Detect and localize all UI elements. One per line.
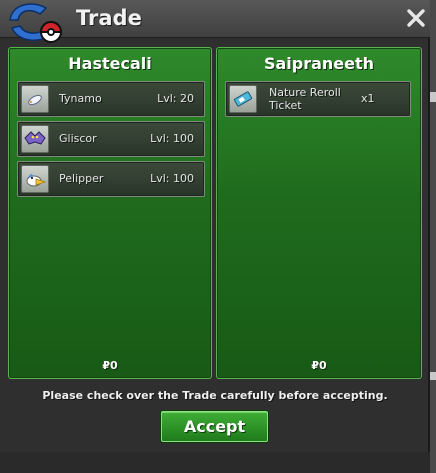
ticket-icon (229, 85, 257, 113)
pelipper-icon (21, 165, 49, 193)
trade-item-nature-reroll-ticket[interactable]: Nature Reroll Ticket x1 (225, 81, 411, 117)
trade-item-pelipper[interactable]: Pelipper Lvl: 100 (17, 161, 205, 197)
money-amount-left: ₽0 (102, 359, 118, 372)
accept-button[interactable]: Accept (161, 411, 268, 442)
close-icon[interactable] (405, 6, 427, 30)
trade-notice: Please check over the Trade carefully be… (42, 389, 388, 402)
money-amount-right: ₽0 (311, 359, 327, 372)
item-name: Tynamo (59, 92, 102, 105)
item-level: Lvl: 100 (150, 132, 194, 145)
item-name: Pelipper (59, 172, 104, 185)
trade-item-tynamo[interactable]: Tynamo Lvl: 20 (17, 81, 205, 117)
gliscor-icon (21, 125, 49, 153)
item-quantity: x1 (361, 92, 375, 105)
partner-offer-panel: Saipraneeth Nature Reroll Ticket x1 ₽0 (216, 47, 422, 379)
my-offer-panel: Hastecali Tynamo Lvl: 20 Gliscor Lvl: 10 (8, 47, 212, 379)
trader-name-left: Hastecali (68, 54, 152, 73)
background-mark (430, 92, 436, 102)
pokeball-logo-icon (9, 3, 63, 43)
background-edge (430, 0, 436, 473)
trade-window: Trade Hastecali Tynamo Lvl: 20 Gliscor L… (0, 0, 430, 473)
trader-name-right: Saipraneeth (263, 54, 375, 73)
bottom-strip (0, 452, 430, 473)
background-mark (430, 372, 436, 380)
item-name: Nature Reroll Ticket (269, 86, 341, 112)
item-name: Gliscor (59, 132, 97, 145)
titlebar[interactable]: Trade (0, 0, 430, 43)
item-level: Lvl: 20 (157, 92, 194, 105)
trade-item-gliscor[interactable]: Gliscor Lvl: 100 (17, 121, 205, 157)
item-level: Lvl: 100 (150, 172, 194, 185)
tynamo-icon (21, 85, 49, 113)
window-title: Trade (76, 6, 142, 30)
